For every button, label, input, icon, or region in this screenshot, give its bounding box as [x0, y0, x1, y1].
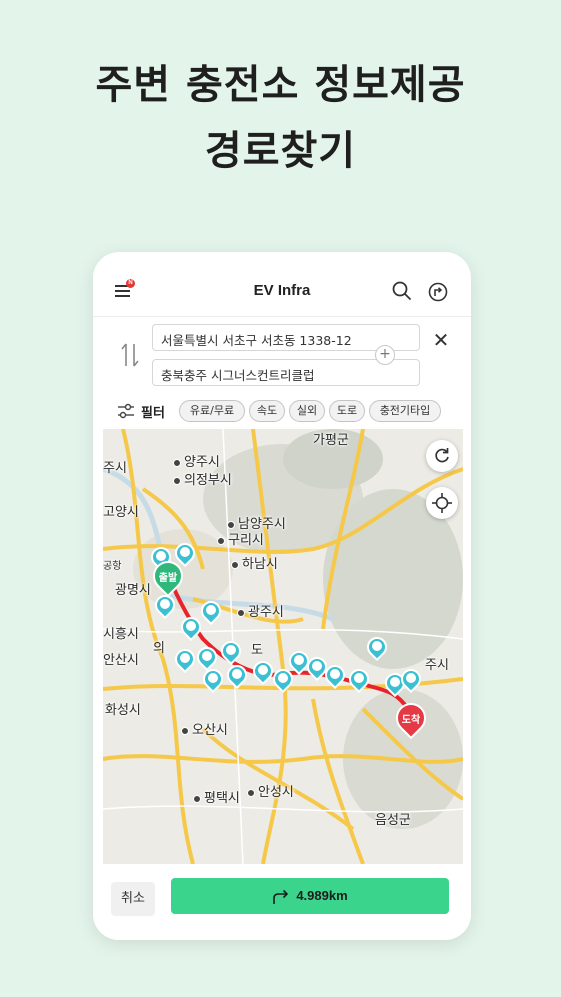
charger-marker[interactable]	[344, 664, 374, 694]
charger-marker[interactable]	[284, 646, 314, 676]
headline: 주변 충전소 정보제공 경로찾기	[0, 52, 561, 184]
my-location-button[interactable]	[426, 487, 458, 519]
map-view[interactable]: 가평군 양주시 의정부시 남양주시 구리시 하남시 광주시 고양시 광명시 시흥…	[103, 429, 463, 864]
chip-outdoor[interactable]: 실외	[289, 400, 325, 422]
refresh-button[interactable]	[426, 440, 458, 472]
bottom-bar: 취소 4.989km	[93, 864, 471, 940]
place-label: 안산시	[103, 653, 139, 668]
place-label: 주시	[103, 461, 127, 476]
app-bar: N EV Infra	[93, 274, 471, 310]
place-label: 도	[251, 643, 263, 658]
place-label: 평택시	[193, 787, 240, 806]
place-label: 공항	[103, 561, 122, 572]
route-button[interactable]	[427, 281, 449, 303]
turn-right-arrow-icon	[273, 889, 289, 904]
charger-marker[interactable]	[150, 590, 180, 620]
place-label: 의정부시	[173, 469, 232, 488]
charger-marker[interactable]	[248, 656, 278, 686]
swap-button[interactable]	[119, 340, 141, 370]
chip-charger-type[interactable]: 충전기타입	[369, 400, 441, 422]
place-label: 광주시	[237, 601, 284, 620]
swap-icon	[121, 343, 139, 367]
charger-marker[interactable]	[192, 642, 222, 672]
place-label: 오산시	[181, 719, 228, 738]
charger-marker[interactable]	[396, 664, 426, 694]
charger-marker[interactable]	[320, 660, 350, 690]
place-label: 고양시	[103, 505, 139, 520]
search-button[interactable]	[391, 280, 413, 302]
cancel-button[interactable]: 취소	[111, 882, 155, 916]
charger-marker[interactable]	[198, 664, 228, 694]
app-title: EV Infra	[253, 282, 311, 299]
charger-marker[interactable]	[176, 612, 206, 642]
search-icon	[392, 281, 411, 300]
crosshair-icon	[432, 493, 452, 513]
distance-label: 4.989km	[296, 888, 348, 903]
start-navigation-button[interactable]: 4.989km	[171, 878, 449, 914]
headline-line2: 경로찾기	[204, 128, 357, 174]
chip-road[interactable]: 도로	[329, 400, 365, 422]
place-label: 양주시	[173, 451, 220, 470]
add-waypoint-button[interactable]: +	[375, 345, 395, 365]
charger-marker[interactable]	[362, 632, 392, 662]
filter-label[interactable]: 필터	[141, 402, 165, 421]
place-label: 의	[153, 641, 165, 656]
chip-speed[interactable]: 속도	[249, 400, 285, 422]
chip-fee[interactable]: 유료/무료	[179, 400, 245, 422]
place-label: 안성시	[247, 781, 294, 800]
refresh-icon	[435, 448, 449, 463]
place-label: 화성시	[105, 703, 141, 718]
phone-frame: N EV Infra 서울특별시 서초구 서초동 1338-12 충북충주 시그…	[93, 252, 471, 940]
place-label: 주시	[425, 658, 449, 673]
place-label: 구리시	[217, 529, 264, 548]
charger-marker[interactable]	[222, 660, 252, 690]
headline-line1: 주변 충전소 정보제공	[95, 62, 466, 108]
app-bar-divider	[93, 316, 471, 317]
route-icon	[428, 282, 448, 302]
filter-row: 필터 유료/무료 속도 실외 도로 충전기타입	[117, 400, 467, 424]
place-label: 광명시	[115, 583, 151, 598]
place-label: 가평군	[313, 433, 349, 448]
end-marker-label: 도착	[401, 715, 421, 726]
close-icon[interactable]: ✕	[431, 330, 451, 350]
place-label: 하남시	[231, 553, 278, 572]
filter-icon	[118, 403, 134, 419]
start-marker-label: 출발	[158, 573, 178, 584]
place-label: 시흥시	[103, 627, 139, 642]
charger-marker[interactable]	[216, 636, 246, 666]
charger-marker[interactable]	[170, 538, 200, 568]
charger-marker[interactable]	[196, 596, 226, 626]
place-label: 음성군	[375, 813, 411, 828]
charger-marker[interactable]	[170, 644, 200, 674]
